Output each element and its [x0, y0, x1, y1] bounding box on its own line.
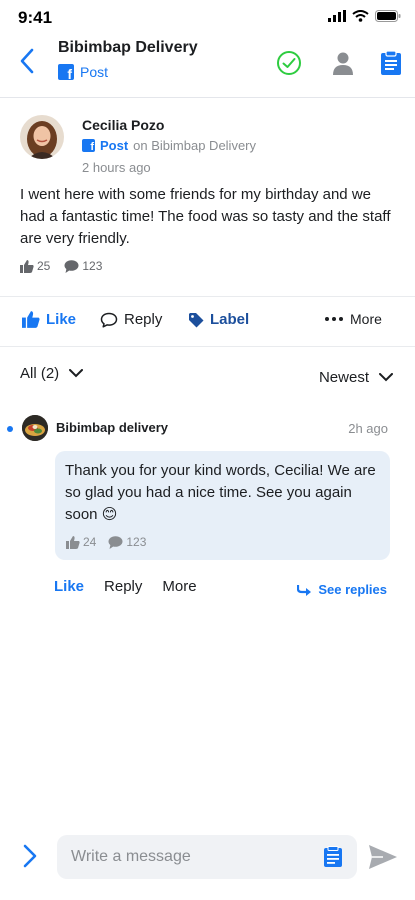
- more-button[interactable]: More: [324, 311, 382, 327]
- reply-button-label: Reply: [124, 311, 163, 328]
- tag-icon: [189, 312, 204, 327]
- person-icon[interactable]: [330, 50, 356, 76]
- post-stats: 25 123: [20, 259, 116, 273]
- avatar-photo: [20, 115, 64, 159]
- comment-more-button[interactable]: More: [162, 578, 196, 595]
- signal-icon: [328, 10, 346, 22]
- more-dots-icon: [325, 317, 343, 321]
- sort-dropdown[interactable]: Newest: [319, 369, 393, 386]
- chevron-down-icon: [379, 373, 393, 382]
- battery-icon: [375, 10, 401, 22]
- thumbs-up-icon: [66, 535, 80, 549]
- post-action-bar: Like Reply Label More: [0, 296, 415, 346]
- comment-text: Thank you for your kind words, Cecilia! …: [65, 462, 376, 523]
- label-button[interactable]: Label: [188, 311, 249, 328]
- notes-icon[interactable]: [322, 846, 344, 868]
- clipboard-icon[interactable]: [378, 50, 404, 76]
- status-icons: [328, 10, 401, 22]
- unread-indicator: [7, 426, 13, 432]
- facebook-icon: f: [58, 64, 74, 81]
- label-button-label: Label: [210, 311, 250, 328]
- comment-comments: 123: [108, 535, 146, 549]
- comment-actions: Like Reply More: [54, 578, 197, 595]
- reply-button[interactable]: Reply: [100, 311, 162, 328]
- comment-like-button[interactable]: Like: [54, 578, 84, 595]
- comment-author-name[interactable]: Bibimbap delivery: [56, 420, 168, 435]
- thumbs-up-icon: [22, 311, 40, 328]
- reply-arrow-icon: [297, 584, 312, 596]
- status-bar: 9:41: [0, 0, 415, 36]
- back-chevron-icon[interactable]: [14, 46, 42, 76]
- header: Bibimbap Delivery f Post: [0, 36, 415, 98]
- comment-filter-label: All (2): [20, 365, 60, 382]
- like-button[interactable]: Like: [22, 311, 76, 328]
- comment-likes-count: 24: [83, 535, 97, 549]
- see-replies-link[interactable]: See replies: [297, 582, 387, 597]
- like-button-label: Like: [46, 311, 77, 328]
- comment-bubble: Thank you for your kind words, Cecilia! …: [55, 451, 390, 560]
- post-author-avatar[interactable]: [20, 115, 64, 159]
- avatar-photo: [22, 415, 48, 441]
- send-icon[interactable]: [368, 844, 398, 870]
- post-source-type[interactable]: Post: [100, 138, 128, 153]
- chevron-down-icon: [69, 369, 84, 378]
- post-likes-count: 25: [37, 259, 51, 273]
- header-subtitle-label: Post: [80, 64, 109, 80]
- comment-author-avatar[interactable]: [22, 415, 48, 441]
- post-source-page: on Bibimbap Delivery: [133, 138, 257, 153]
- message-input[interactable]: [57, 835, 357, 879]
- comment-reply-button[interactable]: Reply: [104, 578, 142, 595]
- comment-likes: 24: [66, 535, 96, 549]
- comment-comments-count: 123: [126, 535, 147, 549]
- divider: [0, 346, 415, 347]
- wifi-icon: [352, 10, 369, 22]
- chevron-right-icon[interactable]: [18, 842, 42, 870]
- facebook-icon: f: [82, 139, 95, 153]
- post-author-name[interactable]: Cecilia Pozo: [82, 117, 164, 133]
- post-comments: 123: [64, 259, 102, 273]
- post-timestamp: 2 hours ago: [82, 160, 151, 175]
- page-title: Bibimbap Delivery: [58, 39, 198, 56]
- post-text: I went here with some friends for my bir…: [20, 186, 391, 247]
- comment-bubble-icon: [108, 535, 123, 549]
- comment-stats: 24 123: [66, 535, 158, 549]
- post-source: f Post on Bibimbap Delivery: [82, 138, 256, 153]
- comment-filter-dropdown[interactable]: All (2): [20, 365, 84, 382]
- post-comments-count: 123: [82, 259, 103, 273]
- comment-bubble-icon: [64, 259, 79, 273]
- header-subtitle: f Post: [58, 64, 109, 81]
- sort-label: Newest: [318, 369, 369, 386]
- see-replies-label: See replies: [318, 582, 387, 597]
- comment-outline-icon: [100, 312, 118, 328]
- check-circle-icon[interactable]: [276, 50, 302, 76]
- status-time: 9:41: [18, 8, 53, 27]
- comment-timestamp: 2h ago: [348, 421, 388, 436]
- post-likes: 25: [20, 259, 50, 273]
- more-button-label: More: [350, 311, 382, 327]
- thumbs-up-icon: [20, 259, 34, 273]
